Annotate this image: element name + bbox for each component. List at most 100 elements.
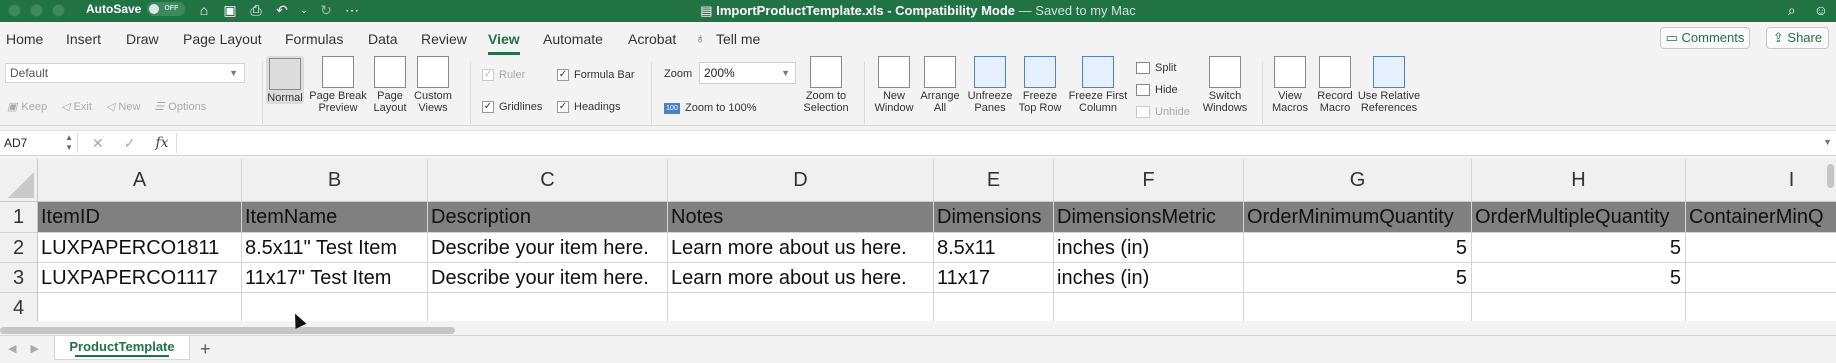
custom-views-button[interactable]: Custom Views bbox=[413, 56, 453, 114]
cell-f4[interactable] bbox=[1054, 293, 1244, 321]
tab-review[interactable]: Review bbox=[421, 31, 467, 47]
next-sheet-icon[interactable]: ▶ bbox=[30, 342, 38, 355]
formula-input[interactable] bbox=[176, 133, 1822, 153]
cell-a4[interactable] bbox=[38, 293, 242, 321]
search-icon[interactable]: ⌕ bbox=[1788, 2, 1796, 19]
normal-view-button[interactable]: Normal bbox=[266, 56, 304, 104]
comments-button[interactable]: ▭ Comments bbox=[1660, 27, 1750, 49]
cancel-icon[interactable]: ✕ bbox=[92, 135, 104, 152]
zoom-100-button[interactable]: 100 Zoom to 100% bbox=[664, 102, 757, 114]
cell-f2[interactable]: inches (in) bbox=[1054, 233, 1244, 263]
unfreeze-panes-button[interactable]: Unfreeze Panes bbox=[965, 56, 1015, 114]
column-header-a[interactable]: A bbox=[38, 159, 242, 202]
cell-f3[interactable]: inches (in) bbox=[1054, 263, 1244, 293]
cell-a2[interactable]: LUXPAPERCO1811 bbox=[38, 233, 242, 263]
zoom-dropdown[interactable]: 200% ▼ bbox=[699, 62, 796, 84]
cell-h3[interactable]: 5 bbox=[1472, 263, 1686, 293]
cell-g4[interactable] bbox=[1244, 293, 1472, 321]
cell-e2[interactable]: 8.5x11 bbox=[934, 233, 1054, 263]
new-window-button[interactable]: New Window bbox=[870, 56, 918, 114]
select-all-corner[interactable] bbox=[0, 159, 38, 202]
tab-formulas[interactable]: Formulas bbox=[285, 31, 343, 47]
row-header-1[interactable]: 1 bbox=[0, 202, 38, 233]
column-header-b[interactable]: B bbox=[242, 159, 428, 202]
ruler-checkbox[interactable]: ✓ Ruler bbox=[482, 69, 525, 81]
hide-button[interactable]: Hide bbox=[1136, 84, 1178, 96]
worksheet-grid[interactable]: A B C D E F G H I 1 2 3 4 ItemID ItemNam… bbox=[0, 159, 1836, 321]
tab-page-layout[interactable]: Page Layout bbox=[183, 31, 262, 47]
expand-formula-bar-icon[interactable]: ▼ bbox=[1823, 137, 1832, 147]
arrange-all-button[interactable]: Arrange All bbox=[918, 56, 962, 114]
column-header-i[interactable]: I bbox=[1686, 159, 1836, 202]
cell-c4[interactable] bbox=[428, 293, 668, 321]
row-header-2[interactable]: 2 bbox=[0, 233, 38, 263]
cell-h2[interactable]: 5 bbox=[1472, 233, 1686, 263]
split-button[interactable]: Split bbox=[1136, 62, 1176, 74]
tab-automate[interactable]: Automate bbox=[543, 31, 603, 47]
page-break-preview-button[interactable]: Page Break Preview bbox=[309, 56, 367, 114]
sheet-view-dropdown[interactable]: Default ▼ bbox=[5, 63, 245, 83]
cell-i1[interactable]: ContainerMinQ bbox=[1686, 202, 1836, 233]
freeze-first-column-button[interactable]: Freeze First Column bbox=[1066, 56, 1130, 114]
tab-view[interactable]: View bbox=[488, 31, 520, 55]
page-layout-view-button[interactable]: Page Layout bbox=[371, 56, 409, 114]
cell-b3[interactable]: 11x17" Test Item bbox=[242, 263, 428, 293]
unhide-button[interactable]: Unhide bbox=[1136, 106, 1190, 118]
cell-a3[interactable]: LUXPAPERCO1117 bbox=[38, 263, 242, 293]
previous-sheet-icon[interactable]: ◀ bbox=[8, 342, 16, 355]
cell-d2[interactable]: Learn more about us here. bbox=[668, 233, 934, 263]
name-box[interactable]: AD7 ▲ ▼ bbox=[0, 133, 78, 153]
cell-g1[interactable]: OrderMinimumQuantity bbox=[1244, 202, 1472, 233]
cell-i4[interactable] bbox=[1686, 293, 1836, 321]
formula-bar-checkbox[interactable]: ✓ Formula Bar bbox=[557, 69, 635, 81]
cell-h4[interactable] bbox=[1472, 293, 1686, 321]
cell-e1[interactable]: Dimensions bbox=[934, 202, 1054, 233]
tell-me-search[interactable]: Tell me bbox=[716, 31, 760, 47]
cell-h1[interactable]: OrderMultipleQuantity bbox=[1472, 202, 1686, 233]
exit-button[interactable]: ◁ Exit bbox=[61, 100, 92, 114]
row-header-3[interactable]: 3 bbox=[0, 263, 38, 293]
cell-c2[interactable]: Describe your item here. bbox=[428, 233, 668, 263]
column-header-h[interactable]: H bbox=[1472, 159, 1686, 202]
account-icon[interactable]: ☺ bbox=[1814, 2, 1828, 19]
freeze-top-row-button[interactable]: Freeze Top Row bbox=[1016, 56, 1064, 114]
cell-g2[interactable]: 5 bbox=[1244, 233, 1472, 263]
column-header-f[interactable]: F bbox=[1054, 159, 1244, 202]
vertical-scrollbar[interactable] bbox=[1827, 164, 1834, 188]
tab-acrobat[interactable]: Acrobat bbox=[628, 31, 676, 47]
insert-function-icon[interactable]: fx bbox=[155, 135, 168, 152]
cell-d4[interactable] bbox=[668, 293, 934, 321]
row-header-4[interactable]: 4 bbox=[0, 293, 38, 321]
cell-c3[interactable]: Describe your item here. bbox=[428, 263, 668, 293]
cell-b2[interactable]: 8.5x11" Test Item bbox=[242, 233, 428, 263]
zoom-to-selection-button[interactable]: Zoom to Selection bbox=[800, 56, 852, 114]
tab-home[interactable]: Home bbox=[6, 31, 43, 47]
add-sheet-icon[interactable]: + bbox=[200, 339, 211, 360]
cell-c1[interactable]: Description bbox=[428, 202, 668, 233]
tab-draw[interactable]: Draw bbox=[126, 31, 159, 47]
cell-e3[interactable]: 11x17 bbox=[934, 263, 1054, 293]
horizontal-scrollbar[interactable] bbox=[0, 327, 455, 334]
cell-i3[interactable] bbox=[1686, 263, 1836, 293]
cell-e4[interactable] bbox=[934, 293, 1054, 321]
column-header-e[interactable]: E bbox=[934, 159, 1054, 202]
gridlines-checkbox[interactable]: ✓ Gridlines bbox=[482, 101, 542, 113]
cell-d1[interactable]: Notes bbox=[668, 202, 934, 233]
view-macros-button[interactable]: View Macros bbox=[1268, 56, 1312, 114]
tab-insert[interactable]: Insert bbox=[66, 31, 101, 47]
cell-d3[interactable]: Learn more about us here. bbox=[668, 263, 934, 293]
cell-i2[interactable] bbox=[1686, 233, 1836, 263]
cell-a1[interactable]: ItemID bbox=[38, 202, 242, 233]
enter-icon[interactable]: ✓ bbox=[124, 135, 136, 152]
record-macro-button[interactable]: Record Macro bbox=[1314, 56, 1356, 114]
share-button[interactable]: ⇪ Share bbox=[1766, 27, 1829, 49]
sheet-tab-producttemplate[interactable]: ProductTemplate bbox=[54, 336, 190, 360]
use-relative-references-button[interactable]: Use Relative References bbox=[1357, 56, 1421, 114]
keep-button[interactable]: ▣ Keep bbox=[7, 100, 47, 114]
switch-windows-button[interactable]: Switch Windows bbox=[1198, 56, 1252, 114]
column-header-d[interactable]: D bbox=[668, 159, 934, 202]
tab-data[interactable]: Data bbox=[368, 31, 398, 47]
column-header-c[interactable]: C bbox=[428, 159, 668, 202]
options-button[interactable]: ☰ Options bbox=[154, 100, 206, 114]
new-button[interactable]: ◁ New bbox=[106, 100, 140, 114]
